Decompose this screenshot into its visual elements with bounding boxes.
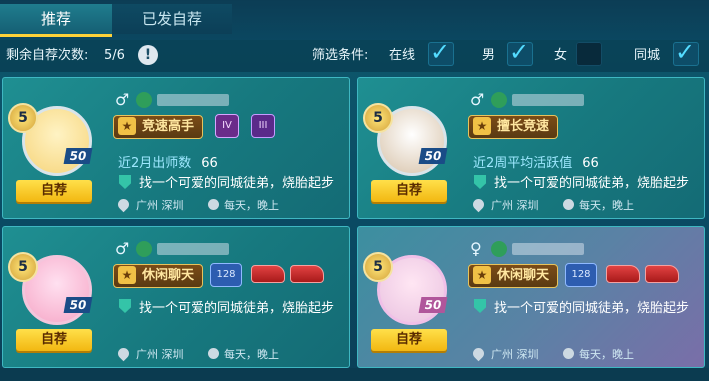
location-pin-icon <box>115 345 132 362</box>
filter-same-city-label: 同城 <box>634 48 661 63</box>
status-icon <box>491 241 507 257</box>
filter-same-city-checkbox[interactable]: ✓ <box>673 38 699 66</box>
star-icon: ★ <box>473 117 491 135</box>
location-pin-icon <box>115 196 132 213</box>
recommend-self-button[interactable]: 自荐 <box>371 180 447 202</box>
mentor-card: 5 50 自荐 ♂ ★ 竞速高手 IV III 近2月出师数 66 找一个可爱的同城… <box>2 77 350 219</box>
race-car-icon <box>251 265 285 283</box>
filter-female-checkbox[interactable] <box>576 42 602 66</box>
flag-icon <box>474 175 486 189</box>
mentor-card: 5 50 自荐 ♂ ★ 休闲聊天 128 找一个可爱的同城徒弟，烧胎起步 广州 深… <box>2 226 350 368</box>
filter-conditions-label: 筛选条件: <box>312 48 369 63</box>
flag-icon <box>474 299 486 313</box>
location-pin-icon <box>470 345 487 362</box>
status-icon <box>136 92 152 108</box>
clock-icon <box>208 348 219 359</box>
skill-tag: ★ 休闲聊天 <box>113 264 204 288</box>
level-badge: 5 <box>363 103 393 133</box>
male-icon: ♂ <box>115 239 130 258</box>
race-car-icon <box>290 265 324 283</box>
city-text: 广州 深圳 <box>136 199 184 212</box>
star-icon: ★ <box>473 266 491 284</box>
female-icon: ♀ <box>470 239 482 258</box>
male-icon: ♂ <box>115 90 130 109</box>
description: 找一个可爱的同城徒弟，烧胎起步 <box>494 176 690 191</box>
clock-icon <box>208 199 219 210</box>
check-icon: ✓ <box>509 38 530 66</box>
bottom-strip <box>0 368 709 381</box>
level-shield-badge: 128 <box>210 263 242 287</box>
recommend-self-button[interactable]: 自荐 <box>371 329 447 351</box>
rank-badge-iv: IV <box>215 114 239 138</box>
flag-icon <box>119 299 131 313</box>
status-icon <box>136 241 152 257</box>
recommend-self-button[interactable]: 自荐 <box>16 180 92 202</box>
filter-male-checkbox[interactable]: ✓ <box>507 38 533 66</box>
level-badge: 5 <box>363 252 393 282</box>
city-text: 广州 深圳 <box>491 199 539 212</box>
time-text: 每天，晚上 <box>579 199 634 212</box>
info-icon[interactable]: ! <box>138 45 158 65</box>
player-name-blurred <box>512 94 584 106</box>
time-text: 每天，晚上 <box>579 348 634 361</box>
time-text: 每天，晚上 <box>224 199 279 212</box>
skill-tag: ★ 擅长竞速 <box>468 115 559 139</box>
player-name-blurred <box>512 243 584 255</box>
race-car-icon <box>606 265 640 283</box>
score-badge: 50 <box>418 297 448 313</box>
city-text: 广州 深圳 <box>491 348 539 361</box>
mentor-card: 5 50 自荐 ♀ ★ 休闲聊天 128 找一个可爱的同城徒弟，烧胎起步 广州 深… <box>357 226 705 368</box>
filter-female-label: 女 <box>554 48 568 63</box>
rank-badge-iii: III <box>251 114 275 138</box>
mentor-card: 5 50 自荐 ♂ ★ 擅长竞速 近2周平均活跃值 66 找一个可爱的同城徒弟，烧胎… <box>357 77 705 219</box>
filter-online-label: 在线 <box>389 48 416 63</box>
tab-sent-recommendations[interactable]: 已发自荐 <box>112 4 232 34</box>
player-name-blurred <box>157 94 229 106</box>
description: 找一个可爱的同城徒弟，烧胎起步 <box>494 301 690 316</box>
check-icon: ✓ <box>675 38 696 66</box>
recommend-self-button[interactable]: 自荐 <box>16 329 92 351</box>
player-name-blurred <box>157 243 229 255</box>
status-icon <box>491 92 507 108</box>
level-badge: 5 <box>8 252 38 282</box>
star-icon: ★ <box>118 266 136 284</box>
time-text: 每天，晚上 <box>224 348 279 361</box>
filter-online-checkbox[interactable]: ✓ <box>428 38 454 66</box>
clock-icon <box>563 348 574 359</box>
level-shield-badge: 128 <box>565 263 597 287</box>
remaining-count-value: 5/6 <box>104 48 125 63</box>
tab-recommend[interactable]: 推荐 <box>0 4 112 37</box>
score-badge: 50 <box>63 148 93 164</box>
remaining-count-label: 剩余自荐次数: <box>6 48 89 63</box>
location-pin-icon <box>470 196 487 213</box>
city-text: 广州 深圳 <box>136 348 184 361</box>
check-icon: ✓ <box>430 38 451 66</box>
stat-line: 近2周平均活跃值 66 <box>473 156 599 171</box>
description: 找一个可爱的同城徒弟，烧胎起步 <box>139 176 335 191</box>
male-icon: ♂ <box>470 90 485 109</box>
race-car-icon <box>645 265 679 283</box>
skill-tag: ★ 竞速高手 <box>113 115 204 139</box>
score-badge: 50 <box>418 148 448 164</box>
clock-icon <box>563 199 574 210</box>
skill-tag: ★ 休闲聊天 <box>468 264 559 288</box>
filter-male-label: 男 <box>482 48 496 63</box>
star-icon: ★ <box>118 117 136 135</box>
description: 找一个可爱的同城徒弟，烧胎起步 <box>139 301 335 316</box>
level-badge: 5 <box>8 103 38 133</box>
top-tab-bar: 推荐 已发自荐 <box>0 0 709 40</box>
flag-icon <box>119 175 131 189</box>
score-badge: 50 <box>63 297 93 313</box>
stat-line: 近2月出师数 66 <box>118 156 218 171</box>
